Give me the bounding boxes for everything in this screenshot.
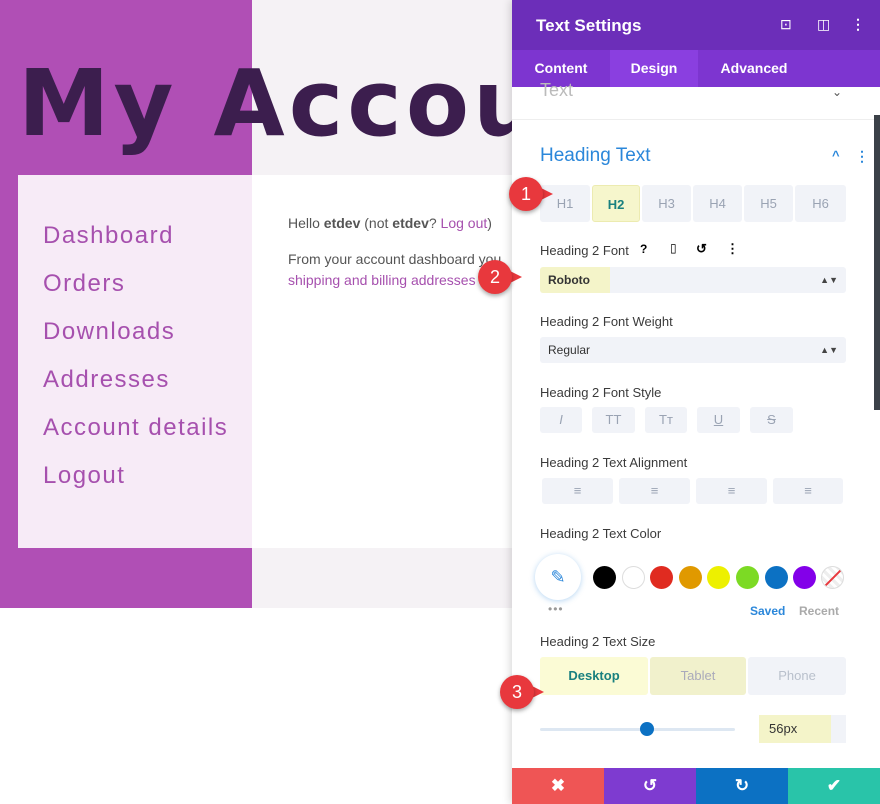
annotation-number: 1 bbox=[509, 177, 543, 211]
hello-text: Hello etdev (not etdev? Log out) bbox=[288, 215, 492, 231]
more-options-icon[interactable]: ⋮ bbox=[851, 16, 865, 33]
annotation-number: 2 bbox=[478, 260, 512, 294]
annotation-badge-2: 2 bbox=[478, 260, 524, 294]
align-right-icon[interactable]: ≡ bbox=[696, 478, 767, 504]
fullscreen-icon[interactable]: ⊡ bbox=[780, 16, 792, 33]
heading-text-section-title: Heading Text bbox=[540, 145, 651, 166]
split-view-icon[interactable]: ◫ bbox=[817, 16, 830, 33]
capitalize-button[interactable]: Tт bbox=[645, 407, 687, 433]
italic-button[interactable]: I bbox=[540, 407, 582, 433]
menu-orders[interactable]: Orders bbox=[43, 270, 125, 298]
hello-q: ? bbox=[428, 215, 441, 231]
align-center-icon[interactable]: ≡ bbox=[619, 478, 690, 504]
redo-button[interactable]: ↻ bbox=[696, 768, 788, 804]
align-left-icon[interactable]: ≡ bbox=[542, 478, 613, 504]
annotation-badge-3: 3 bbox=[500, 675, 546, 709]
recent-tab[interactable]: Recent bbox=[799, 604, 839, 618]
cancel-button[interactable]: ✖ bbox=[512, 768, 604, 804]
divider bbox=[512, 119, 880, 120]
font-value: Roboto bbox=[548, 273, 590, 287]
heading-level-h6[interactable]: H6 bbox=[795, 185, 846, 222]
menu-logout[interactable]: Logout bbox=[43, 462, 125, 490]
responsive-icon[interactable]: ▯ bbox=[670, 241, 677, 255]
weight-select[interactable]: Regular ▲▼ bbox=[540, 337, 846, 363]
color-swatch[interactable] bbox=[678, 566, 702, 589]
heading-level-h2[interactable]: H2 bbox=[592, 185, 640, 222]
uppercase-button[interactable]: TT bbox=[592, 407, 635, 433]
device-phone[interactable]: Phone bbox=[748, 657, 846, 695]
color-swatch[interactable] bbox=[593, 566, 616, 589]
font-select[interactable]: Roboto ▲▼ bbox=[540, 267, 846, 293]
chevron-down-icon[interactable]: ⌄ bbox=[832, 85, 842, 99]
hello-prefix: Hello bbox=[288, 215, 324, 231]
panel-header: Text Settings ⊡ ◫ ⋮ bbox=[512, 0, 880, 50]
no-color-swatch[interactable] bbox=[821, 566, 844, 589]
undo-button[interactable]: ↺ bbox=[604, 768, 696, 804]
section-more-icon[interactable]: ⋮ bbox=[855, 148, 869, 165]
text-section-collapsed[interactable]: Text bbox=[540, 80, 573, 101]
size-input[interactable]: 56px bbox=[759, 715, 846, 743]
saved-tab[interactable]: Saved bbox=[750, 604, 785, 618]
menu-account-details[interactable]: Account details bbox=[43, 414, 228, 442]
tab-advanced[interactable]: Advanced bbox=[698, 50, 810, 87]
help-icon[interactable]: ? bbox=[640, 242, 647, 256]
username-2: etdev bbox=[392, 215, 429, 231]
select-arrows-icon: ▲▼ bbox=[820, 275, 838, 285]
size-slider-handle[interactable] bbox=[640, 722, 655, 736]
font-label: Heading 2 Font bbox=[540, 243, 629, 258]
weight-value: Regular bbox=[548, 343, 591, 357]
color-swatch[interactable] bbox=[793, 566, 817, 589]
color-swatch[interactable] bbox=[707, 566, 731, 589]
addresses-link[interactable]: shipping and billing addresses bbox=[288, 272, 476, 288]
hello-mid: (not bbox=[360, 215, 393, 231]
color-swatch[interactable] bbox=[764, 566, 788, 589]
text-settings-panel: Text Settings ⊡ ◫ ⋮ Content Design Advan… bbox=[512, 0, 880, 804]
menu-dashboard[interactable]: Dashboard bbox=[43, 222, 174, 250]
select-arrows-icon: ▲▼ bbox=[820, 345, 838, 355]
heading-level-h5[interactable]: H5 bbox=[744, 185, 793, 222]
device-desktop[interactable]: Desktop bbox=[540, 657, 648, 695]
underline-button[interactable]: U bbox=[697, 407, 740, 433]
scrollbar[interactable] bbox=[874, 115, 880, 410]
color-swatch[interactable] bbox=[736, 566, 759, 589]
style-label: Heading 2 Font Style bbox=[540, 385, 662, 400]
device-tablet[interactable]: Tablet bbox=[650, 657, 746, 695]
align-justify-icon[interactable]: ≡ bbox=[773, 478, 843, 504]
save-button[interactable]: ✔ bbox=[788, 768, 880, 804]
username: etdev bbox=[323, 215, 361, 231]
color-swatch[interactable] bbox=[621, 566, 645, 589]
annotation-number: 3 bbox=[500, 675, 534, 709]
reset-icon[interactable]: ↺ bbox=[696, 241, 707, 257]
color-swatch[interactable] bbox=[650, 566, 674, 589]
more-colors-icon[interactable]: ••• bbox=[548, 602, 564, 616]
menu-addresses[interactable]: Addresses bbox=[43, 366, 170, 394]
option-more-icon[interactable]: ⋮ bbox=[726, 241, 739, 257]
size-slider-track[interactable] bbox=[540, 728, 735, 731]
panel-title: Text Settings bbox=[536, 16, 642, 35]
heading-level-h4[interactable]: H4 bbox=[693, 185, 742, 222]
size-label: Heading 2 Text Size bbox=[540, 634, 656, 649]
menu-downloads[interactable]: Downloads bbox=[43, 318, 175, 346]
heading-level-h3[interactable]: H3 bbox=[642, 185, 691, 222]
chevron-up-icon[interactable]: ^ bbox=[832, 148, 840, 163]
color-label: Heading 2 Text Color bbox=[540, 526, 662, 541]
alignment-label: Heading 2 Text Alignment bbox=[540, 455, 688, 470]
dashboard-text: From your account dashboard you bbox=[288, 251, 502, 267]
eyedropper-icon[interactable]: ✎ bbox=[535, 554, 581, 600]
logout-link[interactable]: Log out bbox=[441, 215, 488, 231]
tab-design[interactable]: Design bbox=[610, 50, 698, 87]
hello-end: ) bbox=[487, 215, 492, 231]
annotation-badge-1: 1 bbox=[509, 177, 555, 211]
weight-label: Heading 2 Font Weight bbox=[540, 314, 673, 329]
strikethrough-button[interactable]: S bbox=[750, 407, 793, 433]
